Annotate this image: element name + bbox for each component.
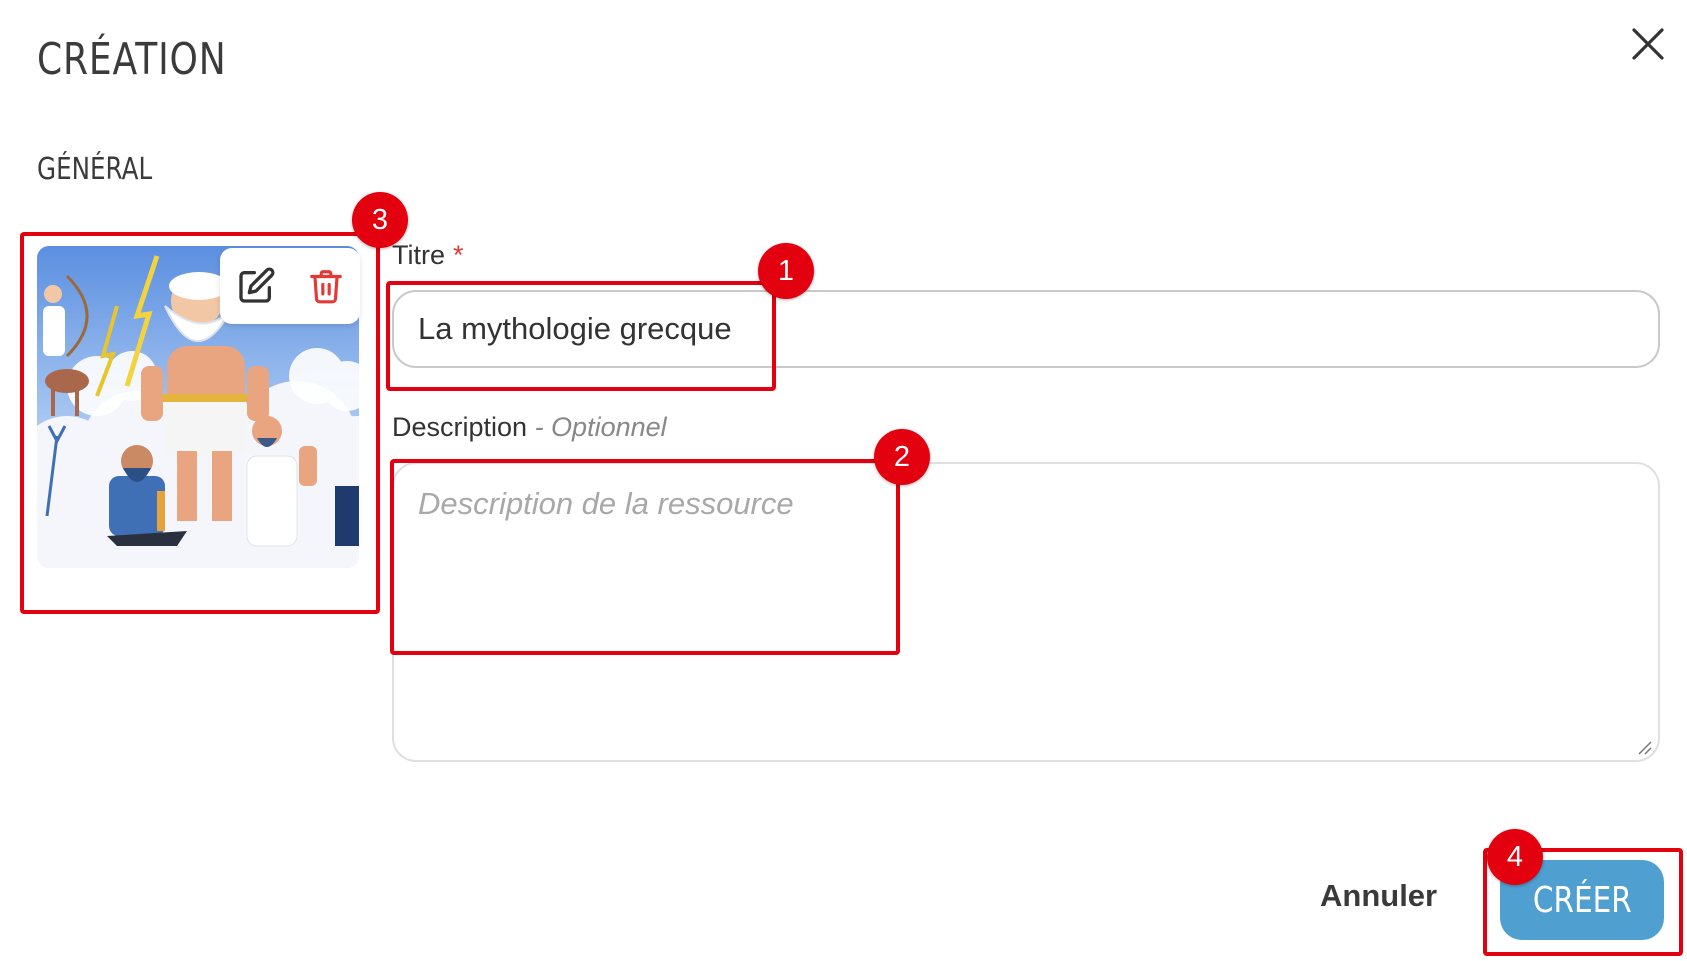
description-field-label: Description - Optionnel <box>392 412 667 443</box>
annotation-badge-3: 3 <box>352 192 408 248</box>
section-heading-general: GÉNÉRAL <box>37 152 153 187</box>
edit-icon[interactable] <box>236 266 276 306</box>
annotation-badge-1: 1 <box>758 243 814 299</box>
required-marker: * <box>453 240 464 270</box>
description-label-text: Description <box>392 412 528 442</box>
create-button-label: CRÉER <box>1532 879 1632 921</box>
close-icon[interactable] <box>1630 26 1666 62</box>
optional-label: - Optionnel <box>527 412 667 442</box>
cancel-button[interactable]: Annuler <box>1320 878 1437 914</box>
image-actions-toolbar <box>220 248 360 324</box>
resize-handle-icon[interactable] <box>1637 740 1653 761</box>
title-label-text: Titre <box>392 240 445 270</box>
annotation-badge-4: 4 <box>1487 829 1543 885</box>
trash-icon[interactable] <box>307 266 345 306</box>
annotation-badge-2: 2 <box>874 429 930 485</box>
description-textarea[interactable] <box>392 462 1660 762</box>
title-field-label: Titre * <box>392 240 464 271</box>
creation-dialog: CRÉATION GÉNÉRAL Titre * La mythologie g… <box>0 0 1687 961</box>
dialog-title: CRÉATION <box>37 34 227 85</box>
title-input[interactable] <box>392 290 1660 368</box>
